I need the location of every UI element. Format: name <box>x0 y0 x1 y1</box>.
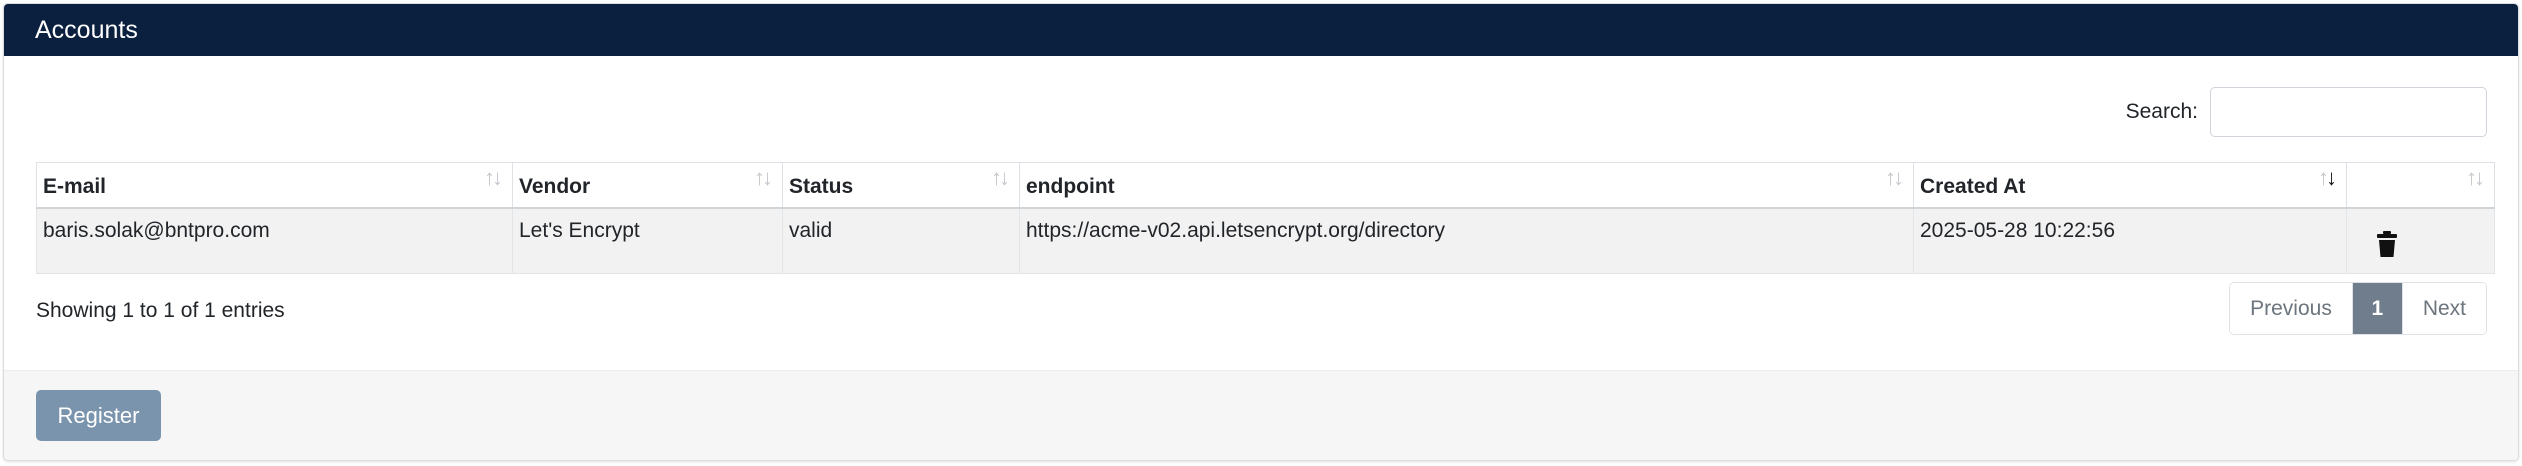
table-header-row: E-mail ↑↓ Vendor ↑↓ Status ↑↓ endpoint ↑… <box>36 162 2495 209</box>
card-header: Accounts <box>4 4 2518 56</box>
column-label: Vendor <box>519 174 591 198</box>
accounts-table: E-mail ↑↓ Vendor ↑↓ Status ↑↓ endpoint ↑… <box>36 162 2495 274</box>
column-label: E-mail <box>43 174 107 198</box>
cell-created-at: 2025-05-28 10:22:56 <box>1913 207 2347 274</box>
card-footer: Register <box>4 370 2518 460</box>
column-header-email[interactable]: E-mail ↑↓ <box>36 162 513 209</box>
column-header-status[interactable]: Status ↑↓ <box>782 162 1020 209</box>
page-title: Accounts <box>35 16 138 44</box>
column-label: Status <box>789 174 854 198</box>
cell-vendor: Let's Encrypt <box>512 207 783 274</box>
accounts-card: Accounts Search: E-mail ↑↓ Vendor ↑↓ Sta… <box>3 3 2519 461</box>
previous-page-button[interactable]: Previous <box>2230 283 2353 334</box>
column-header-endpoint[interactable]: endpoint ↑↓ <box>1019 162 1914 209</box>
cell-status: valid <box>782 207 1020 274</box>
column-label: endpoint <box>1026 174 1115 198</box>
sort-icon: ↑↓ <box>991 165 1010 190</box>
sort-icon: ↑↓ <box>484 165 503 190</box>
search-container: Search: <box>2126 87 2487 137</box>
sort-desc-icon: ↑↓ <box>2318 165 2337 190</box>
page-1-button[interactable]: 1 <box>2352 283 2403 334</box>
column-header-created-at[interactable]: Created At ↑↓ <box>1913 162 2347 209</box>
sort-icon: ↑↓ <box>2466 165 2485 190</box>
sort-icon: ↑↓ <box>1885 165 1904 190</box>
table-info: Showing 1 to 1 of 1 entries <box>36 299 285 322</box>
card-body: Search: E-mail ↑↓ Vendor ↑↓ Status ↑↓ en… <box>4 56 2518 370</box>
search-input[interactable] <box>2210 87 2487 137</box>
column-label: Created At <box>1920 174 2026 198</box>
cell-endpoint: https://acme-v02.api.letsencrypt.org/dir… <box>1019 207 1914 274</box>
table-row: baris.solak@bntpro.com Let's Encrypt val… <box>36 207 2495 274</box>
search-label: Search: <box>2125 100 2198 123</box>
sort-icon: ↑↓ <box>754 165 773 190</box>
cell-email: baris.solak@bntpro.com <box>36 207 513 274</box>
pagination: Previous 1 Next <box>2229 282 2487 335</box>
column-header-vendor[interactable]: Vendor ↑↓ <box>512 162 783 209</box>
register-button[interactable]: Register <box>36 390 161 441</box>
cell-actions <box>2346 207 2495 274</box>
column-header-actions[interactable]: ↑↓ <box>2346 162 2495 209</box>
trash-icon[interactable] <box>2377 230 2397 257</box>
next-page-button[interactable]: Next <box>2402 283 2486 334</box>
